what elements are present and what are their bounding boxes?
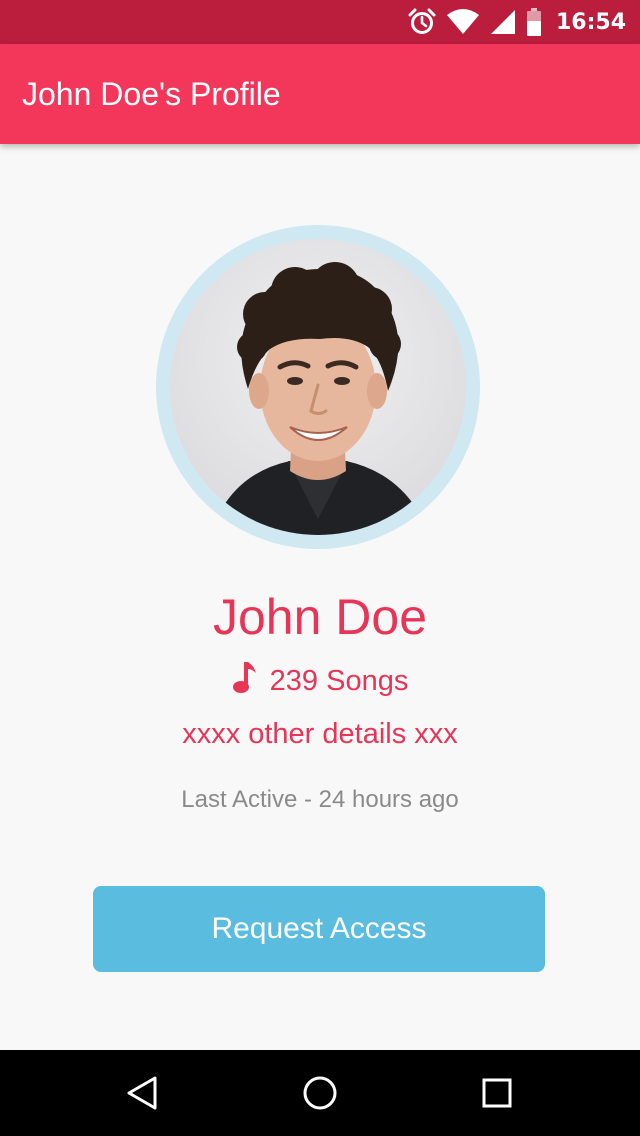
status-bar: 16:54 <box>0 0 640 44</box>
status-icons: 16:54 <box>408 0 626 44</box>
avatar-ring <box>156 225 480 549</box>
app-bar: John Doe's Profile <box>0 44 640 144</box>
alarm-icon <box>408 8 436 36</box>
profile-details: xxxx other details xxx <box>182 718 458 750</box>
back-icon[interactable] <box>117 1068 167 1118</box>
last-active: Last Active - 24 hours ago <box>181 786 459 813</box>
home-icon[interactable] <box>295 1068 345 1118</box>
avatar <box>170 239 466 535</box>
battery-icon <box>526 8 542 36</box>
navigation-bar <box>0 1050 640 1136</box>
profile-content: John Doe 239 Songs xxxx other details xx… <box>0 144 640 1050</box>
music-note-icon <box>232 660 258 702</box>
songs-count: 239 Songs <box>0 660 640 702</box>
profile-name: John Doe <box>212 589 428 645</box>
request-access-button[interactable]: Request Access <box>93 886 545 972</box>
page-title: John Doe's Profile <box>22 76 281 112</box>
status-time: 16:54 <box>555 9 626 35</box>
recents-icon[interactable] <box>472 1068 522 1118</box>
wifi-icon <box>446 9 480 35</box>
songs-label: 239 Songs <box>269 664 409 697</box>
signal-icon <box>490 9 516 35</box>
